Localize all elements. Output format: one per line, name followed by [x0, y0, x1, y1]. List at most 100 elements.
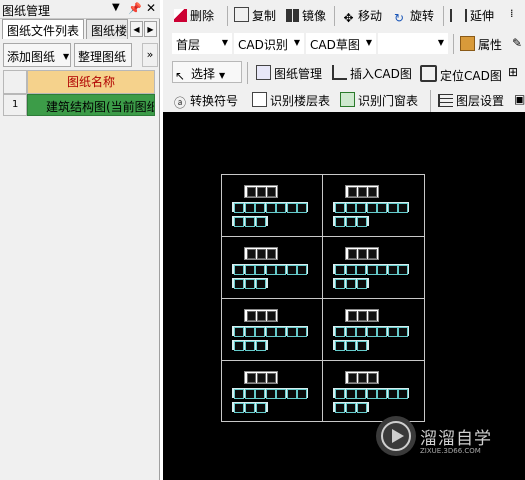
floor-select[interactable]: 首层 ▼ — [172, 33, 232, 54]
sheet-cell-text-row — [333, 326, 409, 337]
floor-select-value: 首层 — [176, 38, 201, 52]
table-row[interactable]: 建筑结构图(当前图纸) — [27, 94, 155, 116]
properties-button[interactable]: 属性 — [458, 33, 504, 55]
insert-cad-icon — [332, 65, 347, 80]
insert-cad-button[interactable]: 插入CAD图 — [330, 62, 414, 84]
sheet-cell-text-row — [333, 264, 409, 275]
recognize-door-window-table-button[interactable]: 识别门窗表 — [338, 89, 420, 111]
mirror-button[interactable]: 镜像 — [284, 4, 328, 26]
rotate-label: 旋转 — [410, 9, 435, 23]
copy-button[interactable]: 复制 — [232, 4, 278, 26]
move-button[interactable]: ✥ 移动 — [340, 4, 384, 26]
delete-label: 删除 — [190, 9, 215, 23]
cad-recognize-value: CAD识别 — [238, 38, 288, 52]
organize-drawings-button[interactable]: 整理图纸 — [74, 43, 132, 67]
component-select[interactable]: ▼ — [378, 33, 448, 54]
more-button[interactable]: » — [142, 43, 158, 67]
sheet-cell-title-block — [244, 247, 278, 260]
panel-menu-dropdown-icon[interactable]: ▼ — [112, 2, 120, 13]
sheet-cell-title-block — [345, 185, 379, 198]
floor-table-icon — [252, 92, 267, 107]
chevron-down-icon: ▼ — [437, 38, 444, 47]
rotate-button[interactable]: ↻ 旋转 — [392, 4, 436, 26]
mirror-label: 镜像 — [302, 9, 327, 23]
sheet-cell-text-row — [333, 202, 409, 213]
chevron-down-icon: ▼ — [293, 38, 300, 47]
copy-icon — [234, 7, 249, 22]
select-label: 选择 — [191, 67, 216, 81]
move-icon: ✥ — [343, 11, 354, 25]
add-drawing-label: 添加图纸 — [7, 50, 56, 64]
watermark-url: ZIXUE.3D66.COM — [420, 447, 481, 455]
properties-label: 属性 — [478, 38, 503, 52]
toolbar-separator — [453, 34, 454, 54]
cad-recognize-select[interactable]: CAD识别 ▼ — [234, 33, 304, 54]
sheet-cell-text-row — [232, 278, 268, 289]
toolbar-separator — [334, 6, 335, 26]
grid-header-drawing-name[interactable]: 图纸名称 — [27, 70, 155, 94]
drawing-manage-label: 图纸管理 — [274, 67, 323, 81]
toolbar-extra-icon[interactable]: ⊞ — [506, 62, 520, 84]
toolbar-extra-icon[interactable]: ▣ — [512, 89, 525, 111]
sheet-cell-title-block — [244, 185, 278, 198]
delete-button[interactable]: 删除 — [172, 4, 216, 26]
tab-drawing-floors[interactable]: 图纸楼 — [86, 19, 128, 39]
sheet-cell-text-row — [333, 402, 369, 413]
mirror-icon — [286, 9, 299, 22]
chevron-down-icon: ▼ — [365, 38, 372, 47]
grid-corner — [3, 70, 27, 94]
drawing-manage-button[interactable]: 图纸管理 — [254, 62, 324, 84]
panel-title: 图纸管理 — [2, 4, 51, 18]
close-icon[interactable]: ✕ — [146, 1, 156, 15]
watermark-logo-icon — [376, 416, 416, 456]
tab-scroll-right-icon[interactable]: ▶ — [144, 21, 157, 37]
edit-pen-icon[interactable]: ✎ — [510, 33, 524, 55]
sheet-cell-title-block — [244, 309, 278, 322]
recognize-floor-table-label: 识别楼层表 — [270, 94, 331, 108]
toolbar-overflow-icon[interactable]: ⁞ — [508, 4, 516, 26]
sheet-grid-line — [221, 236, 425, 237]
sheet-grid-line — [221, 360, 425, 361]
layer-settings-button[interactable]: 图层设置 — [436, 89, 506, 111]
sheet-cell-text-row — [232, 340, 268, 351]
watermark-brand: 溜溜自学 — [420, 429, 492, 449]
extend-label: 延伸 — [470, 9, 495, 23]
convert-symbol-button[interactable]: ⓐ 转换符号 — [172, 89, 240, 111]
locate-cad-button[interactable]: 定位CAD图 — [418, 62, 504, 84]
pin-icon[interactable]: 📌 — [128, 2, 142, 15]
rotate-icon: ↻ — [394, 11, 405, 25]
sheet-cell-title-block — [244, 371, 278, 384]
sheet-cell-text-row — [232, 402, 268, 413]
recognize-door-window-label: 识别门窗表 — [358, 94, 419, 108]
tab-scroll-left-icon[interactable]: ◀ — [130, 21, 143, 37]
select-button[interactable]: ↖ 选择 ▼ — [172, 61, 242, 83]
sheet-cell-text-row — [333, 278, 369, 289]
cad-sketch-value: CAD草图 — [310, 38, 360, 52]
add-drawing-dropdown-icon[interactable]: ▼ — [60, 48, 72, 72]
sheet-cell-text-row — [232, 388, 308, 399]
sheet-cell-title-block — [345, 309, 379, 322]
cursor-icon: ↖ — [175, 69, 186, 83]
extend-button[interactable]: 延伸 — [448, 4, 496, 26]
insert-cad-label: 插入CAD图 — [350, 67, 412, 81]
drawing-manage-icon — [256, 65, 271, 80]
sheet-cell-text-row — [333, 388, 409, 399]
extend-icon — [450, 9, 467, 22]
sheet-cell-title-block — [345, 247, 379, 260]
sheet-cell-text-row — [232, 202, 308, 213]
sheet-cell-text-row — [232, 326, 308, 337]
sheet-cell-text-row — [232, 264, 308, 275]
toolbar-separator — [247, 62, 248, 84]
convert-symbol-icon: ⓐ — [174, 96, 187, 110]
cad-sketch-select[interactable]: CAD草图 ▼ — [306, 33, 376, 54]
recognize-floor-table-button[interactable]: 识别楼层表 — [250, 89, 332, 111]
locate-cad-icon — [420, 65, 437, 82]
tab-drawing-file-list[interactable]: 图纸文件列表 — [2, 19, 84, 39]
toolbar-separator — [227, 6, 228, 26]
panel-title-bar: 图纸管理 ▼ 📌 ✕ — [0, 0, 160, 19]
sheet-grid-line — [322, 174, 323, 422]
sheet-cell-title-block — [345, 371, 379, 384]
sheet-cell-text-row — [333, 340, 369, 351]
chevron-down-icon: ▼ — [219, 71, 226, 80]
copy-label: 复制 — [252, 9, 277, 23]
